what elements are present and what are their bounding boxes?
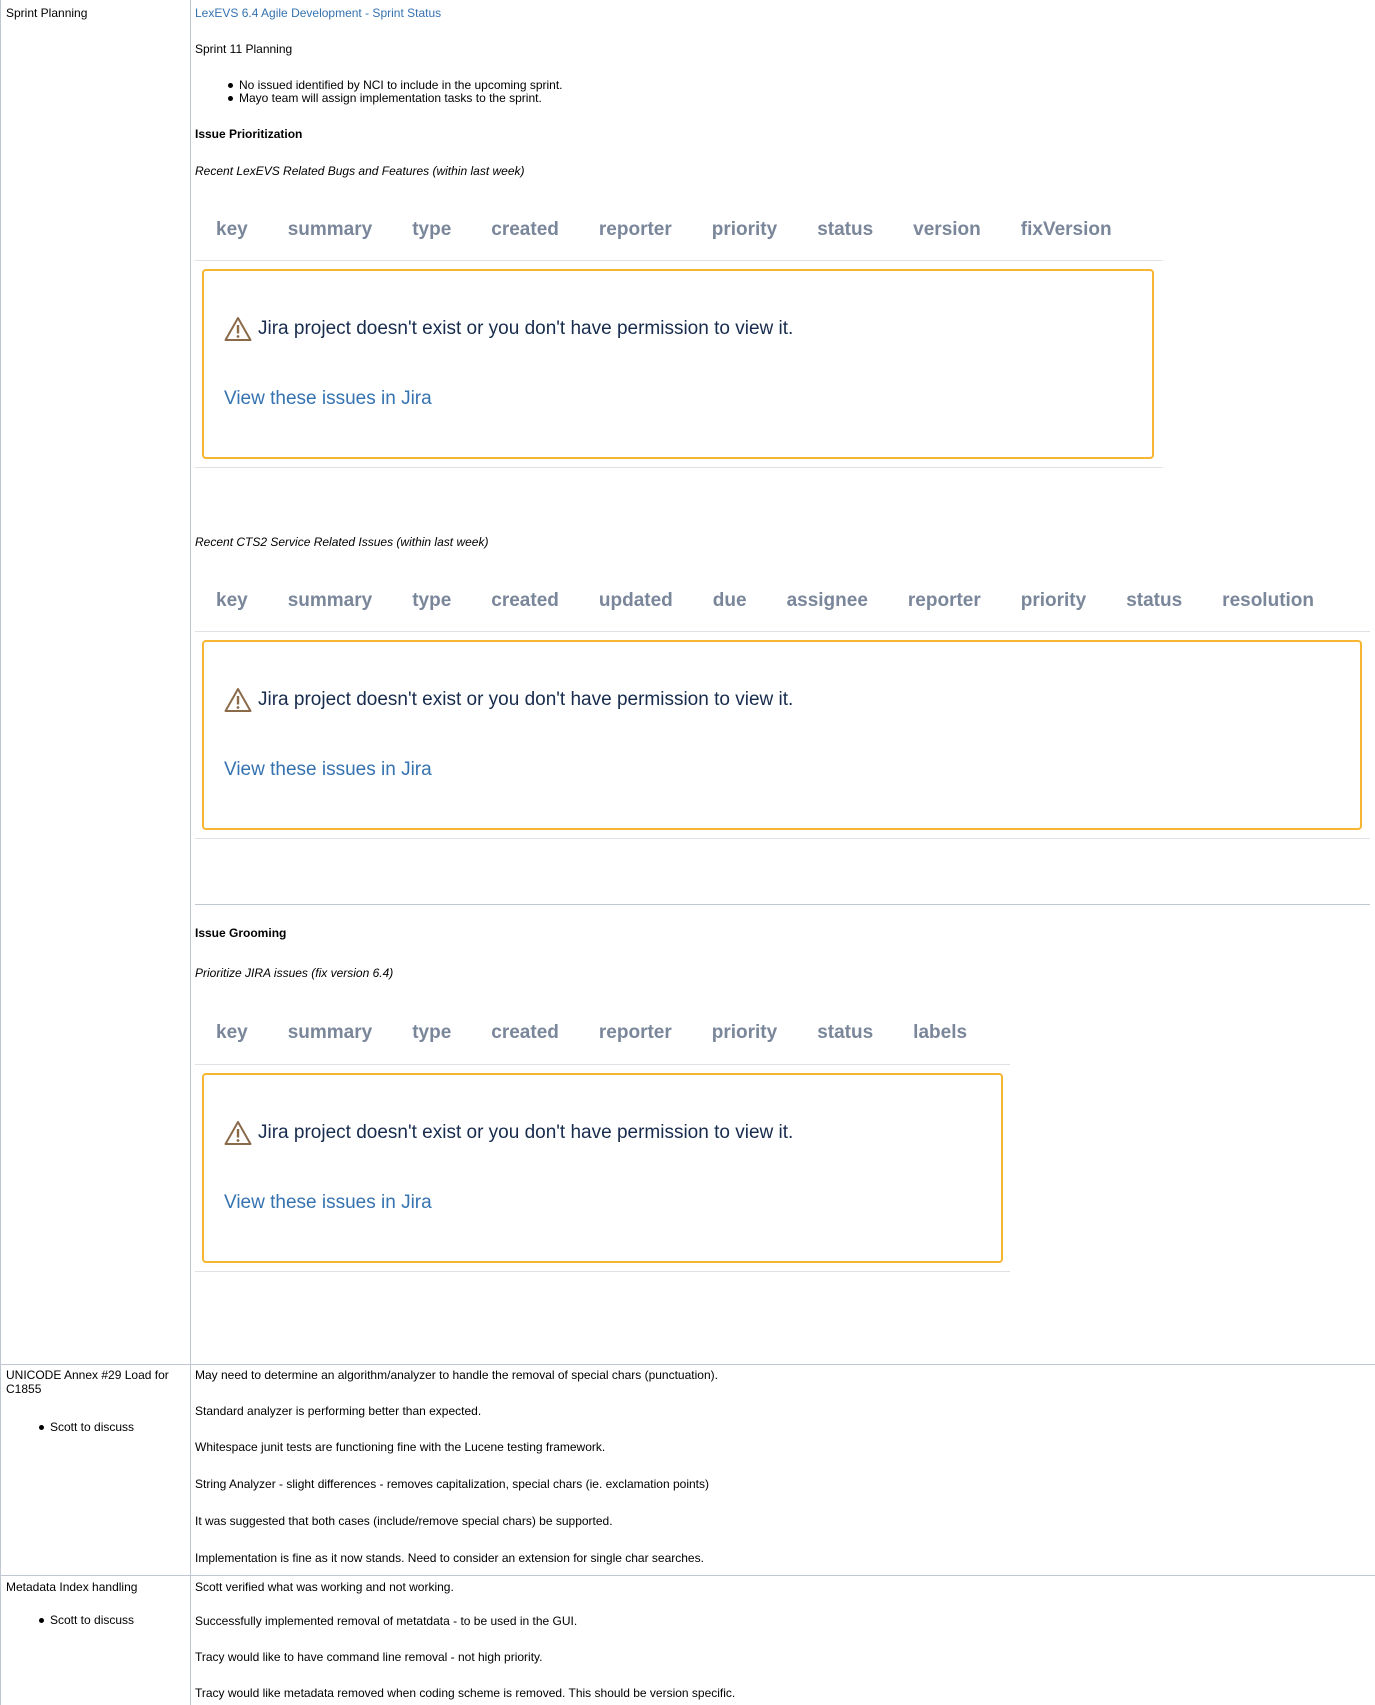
issue-prioritization-heading: Issue Prioritization — [195, 127, 303, 141]
note-text: It was suggested that both cases (includ… — [195, 1514, 613, 1528]
column-header-reporter[interactable]: reporter — [908, 590, 981, 612]
column-header-summary[interactable]: summary — [288, 1022, 373, 1044]
list-item: Scott to discuss — [35, 1614, 134, 1627]
jira-error-box: Jira project doesn't exist or you don't … — [202, 269, 1154, 459]
column-header-reporter[interactable]: reporter — [599, 1022, 672, 1044]
table-left-border — [0, 0, 1, 1705]
sprint-title: Sprint 11 Planning — [195, 42, 293, 56]
column-header-resolution[interactable]: resolution — [1222, 590, 1314, 612]
column-header-updated[interactable]: updated — [599, 590, 673, 612]
error-text: Jira project doesn't exist or you don't … — [258, 318, 794, 339]
jira-error-box: Jira project doesn't exist or you don't … — [202, 640, 1362, 830]
jira-table-bottom-rule — [195, 467, 1163, 468]
error-text: Jira project doesn't exist or you don't … — [258, 1122, 794, 1143]
prioritize-label: Prioritize JIRA issues (fix version 6.4) — [195, 966, 394, 980]
topic-metadata-index: Metadata Index handling — [6, 1580, 138, 1594]
column-header-created[interactable]: created — [491, 219, 559, 241]
sprint-status-link[interactable]: LexEVS 6.4 Agile Development - Sprint St… — [195, 6, 441, 21]
topic-unicode-annex: UNICODE Annex #29 Load for C1855 — [6, 1368, 169, 1396]
note-text: Whitespace junit tests are functioning f… — [195, 1440, 606, 1454]
jira-error-message: Jira project doesn't exist or you don't … — [224, 316, 793, 342]
note-text: Scott verified what was working and not … — [195, 1580, 454, 1594]
topic-bullets: Scott to discuss — [35, 1421, 134, 1434]
column-header-type[interactable]: type — [412, 590, 451, 612]
jira-table-header: key summary type created reporter priori… — [216, 210, 1112, 250]
warning-icon — [224, 688, 252, 712]
note-text: Standard analyzer is performing better t… — [195, 1404, 482, 1418]
recent-cts2-label: Recent CTS2 Service Related Issues (with… — [195, 535, 489, 549]
column-header-labels[interactable]: labels — [913, 1022, 967, 1044]
topic-bullets: Scott to discuss — [35, 1614, 134, 1627]
column-header-status[interactable]: status — [817, 1022, 873, 1044]
column-header-fixversion[interactable]: fixVersion — [1021, 219, 1112, 241]
column-header-type[interactable]: type — [412, 1022, 451, 1044]
note-text: Successfully implemented removal of meta… — [195, 1614, 578, 1628]
column-header-version[interactable]: version — [913, 219, 981, 241]
topic-sprint-planning: Sprint Planning — [6, 6, 88, 20]
note-text: May need to determine an algorithm/analy… — [195, 1368, 718, 1382]
column-header-priority[interactable]: priority — [712, 1022, 777, 1044]
jira-table-bottom-rule — [195, 838, 1370, 839]
jira-table-header: key summary type created updated due ass… — [216, 581, 1314, 621]
error-text: Jira project doesn't exist or you don't … — [258, 689, 794, 710]
jira-error-message: Jira project doesn't exist or you don't … — [224, 687, 793, 713]
row-divider — [0, 1575, 1375, 1576]
view-issues-in-jira-link[interactable]: View these issues in Jira — [224, 388, 432, 410]
column-header-summary[interactable]: summary — [288, 590, 373, 612]
jira-table-header: key summary type created reporter priori… — [216, 1013, 967, 1053]
column-header-priority[interactable]: priority — [1021, 590, 1086, 612]
column-header-created[interactable]: created — [491, 590, 559, 612]
column-header-assignee[interactable]: assignee — [787, 590, 868, 612]
jira-table-header-rule — [195, 1064, 1010, 1065]
jira-table-header-rule — [195, 260, 1163, 261]
jira-table-header-rule — [195, 631, 1370, 632]
note-text: Tracy would like to have command line re… — [195, 1650, 543, 1664]
column-header-status[interactable]: status — [1126, 590, 1182, 612]
jira-error-box: Jira project doesn't exist or you don't … — [202, 1073, 1003, 1263]
note-text: String Analyzer - slight differences - r… — [195, 1477, 710, 1491]
column-header-reporter[interactable]: reporter — [599, 219, 672, 241]
column-header-status[interactable]: status — [817, 219, 873, 241]
recent-bugs-label: Recent LexEVS Related Bugs and Features … — [195, 164, 525, 178]
column-header-type[interactable]: type — [412, 219, 451, 241]
jira-error-message: Jira project doesn't exist or you don't … — [224, 1120, 793, 1146]
meeting-notes-table: Sprint Planning LexEVS 6.4 Agile Develop… — [0, 0, 1375, 1705]
table-column-divider — [190, 0, 191, 1705]
list-item: Mayo team will assign implementation tas… — [224, 92, 563, 105]
warning-icon — [224, 1121, 252, 1145]
section-separator — [195, 904, 1370, 905]
warning-icon — [224, 317, 252, 341]
view-issues-in-jira-link[interactable]: View these issues in Jira — [224, 1192, 432, 1214]
jira-table-bottom-rule — [195, 1271, 1010, 1272]
view-issues-in-jira-link[interactable]: View these issues in Jira — [224, 759, 432, 781]
column-header-priority[interactable]: priority — [712, 219, 777, 241]
row-divider — [0, 1364, 1375, 1365]
list-item: Scott to discuss — [35, 1421, 134, 1434]
column-header-key[interactable]: key — [216, 219, 248, 241]
column-header-created[interactable]: created — [491, 1022, 559, 1044]
column-header-key[interactable]: key — [216, 590, 248, 612]
column-header-summary[interactable]: summary — [288, 219, 373, 241]
issue-grooming-heading: Issue Grooming — [195, 926, 287, 940]
sprint-bullets: No issued identified by NCI to include i… — [224, 79, 563, 105]
column-header-key[interactable]: key — [216, 1022, 248, 1044]
note-text: Tracy would like metadata removed when c… — [195, 1686, 736, 1700]
note-text: Implementation is fine as it now stands.… — [195, 1551, 704, 1565]
column-header-due[interactable]: due — [713, 590, 747, 612]
